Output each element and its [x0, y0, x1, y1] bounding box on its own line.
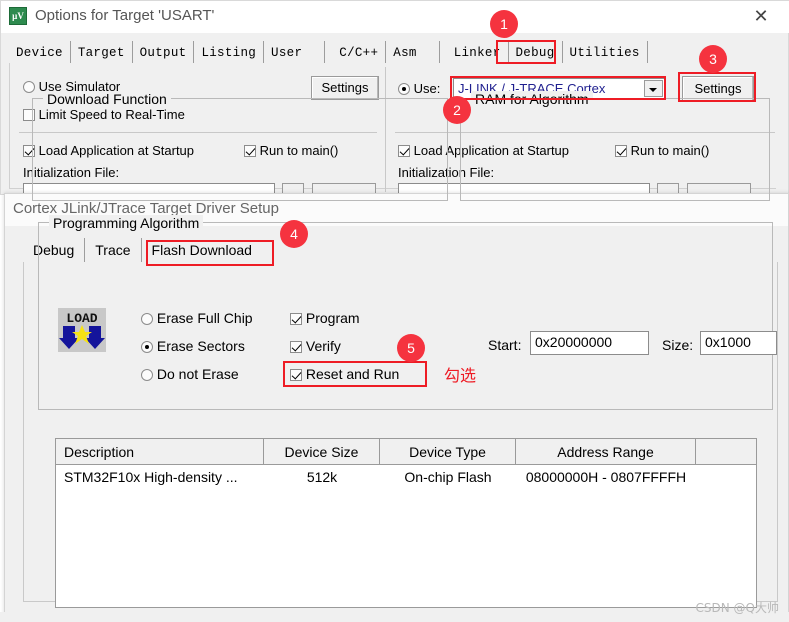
tab-output[interactable]: Output: [132, 41, 195, 63]
tab-utilities-label: Utilities: [569, 45, 640, 60]
do-not-erase-radio[interactable]: [141, 369, 153, 381]
erase-sectors-radio[interactable]: [141, 341, 153, 353]
reset-and-run-checkbox[interactable]: [290, 369, 302, 381]
erase-full-chip-radio[interactable]: [141, 313, 153, 325]
tab-output-label: Output: [139, 45, 187, 60]
use-simulator-radio[interactable]: [23, 81, 35, 93]
do-not-erase-row[interactable]: Do not Erase: [141, 366, 239, 382]
watermark: CSDN @Q大帅: [695, 601, 779, 615]
ram-size-input[interactable]: 0x1000: [700, 331, 777, 355]
tab-listing[interactable]: Listing: [194, 41, 265, 63]
reset-and-run-label: Reset and Run: [305, 366, 400, 382]
tab-target[interactable]: Target: [70, 41, 133, 63]
tab-user[interactable]: User: [264, 41, 326, 63]
erase-full-chip-row[interactable]: Erase Full Chip: [141, 310, 253, 326]
erase-full-chip-label: Erase Full Chip: [156, 310, 253, 326]
dialog-bottom-strip: [0, 612, 789, 622]
column-header-description[interactable]: Description: [56, 439, 264, 464]
table-header-row: Description Device Size Device Type Addr…: [56, 439, 756, 465]
options-dialog-titlebar: µV Options for Target 'USART' ✕: [1, 1, 789, 33]
cell-description: STM32F10x High-density ...: [64, 469, 238, 485]
column-header-address-range[interactable]: Address Range: [516, 439, 696, 464]
tab-debug-label: Debug: [515, 45, 555, 60]
tab-c-cpp-label: C/C++: [339, 45, 379, 60]
programming-algorithm-table[interactable]: Description Device Size Device Type Addr…: [55, 438, 757, 608]
download-function-group-title: Download Function: [43, 91, 171, 107]
ram-for-algorithm-group-title: RAM for Algorithm: [471, 91, 593, 107]
tab-linker[interactable]: Linker: [439, 41, 509, 63]
badge-3: 3: [699, 45, 727, 73]
tab-asm[interactable]: Asm: [386, 41, 440, 63]
options-dialog-title: Options for Target 'USART': [35, 7, 215, 24]
tab-c-cpp[interactable]: C/C++: [325, 41, 387, 63]
program-checkbox[interactable]: [290, 313, 302, 325]
annotation-note: 勾选: [444, 366, 477, 385]
cell-address-range: 08000000H - 0807FFFFH: [525, 469, 687, 485]
badge-2: 2: [443, 96, 471, 124]
tab-device-label: Device: [16, 45, 63, 60]
erase-sectors-row[interactable]: Erase Sectors: [141, 338, 245, 354]
verify-label: Verify: [305, 338, 341, 354]
tab-user-label: User: [271, 45, 303, 60]
load-icon: LOAD: [58, 308, 106, 352]
options-tabstrip: Device Target Output Listing User C/C++ …: [9, 41, 648, 63]
badge-5: 5: [397, 334, 425, 362]
column-header-device-type[interactable]: Device Type: [380, 439, 516, 464]
close-icon[interactable]: ✕: [750, 6, 772, 28]
column-header-device-size[interactable]: Device Size: [264, 439, 380, 464]
ram-start-input[interactable]: 0x20000000: [530, 331, 649, 355]
chevron-down-icon[interactable]: [644, 80, 663, 97]
cell-device-type: On-chip Flash: [404, 469, 492, 485]
uvision-icon: µV: [9, 7, 27, 25]
tab-target-label: Target: [77, 45, 125, 60]
verify-checkbox[interactable]: [290, 341, 302, 353]
table-row[interactable]: STM32F10x High-density ... 512k On-chip …: [56, 465, 756, 489]
use-driver-radio[interactable]: [398, 83, 410, 95]
options-panel-scroll-area[interactable]: [776, 63, 782, 189]
simulator-settings-button[interactable]: Settings: [311, 76, 379, 100]
cell-device-size: 512k: [306, 469, 338, 485]
program-row[interactable]: Program: [290, 310, 360, 326]
download-function-group: Download Function: [32, 91, 448, 201]
tab-listing-label: Listing: [201, 45, 257, 60]
tab-utilities[interactable]: Utilities: [562, 41, 648, 63]
use-driver-row[interactable]: Use:: [398, 81, 440, 96]
tab-linker-label: Linker: [453, 45, 501, 60]
do-not-erase-label: Do not Erase: [156, 366, 239, 382]
tab-device[interactable]: Device: [9, 41, 71, 63]
verify-row[interactable]: Verify: [290, 338, 341, 354]
program-label: Program: [305, 310, 360, 326]
column-header-extra[interactable]: [696, 439, 756, 464]
badge-4: 4: [280, 220, 308, 248]
tab-debug[interactable]: Debug: [508, 41, 563, 63]
tab-asm-label: Asm: [393, 45, 417, 60]
programming-algorithm-group-title: Programming Algorithm: [49, 215, 204, 231]
ram-start-label: Start:: [488, 337, 522, 353]
ram-size-label: Size:: [662, 337, 694, 353]
ram-for-algorithm-group: RAM for Algorithm: [460, 91, 770, 201]
use-driver-label: Use:: [413, 81, 441, 96]
reset-and-run-row[interactable]: Reset and Run: [290, 366, 399, 382]
badge-1: 1: [490, 10, 518, 38]
erase-sectors-label: Erase Sectors: [156, 338, 245, 354]
svg-text:LOAD: LOAD: [66, 311, 97, 326]
